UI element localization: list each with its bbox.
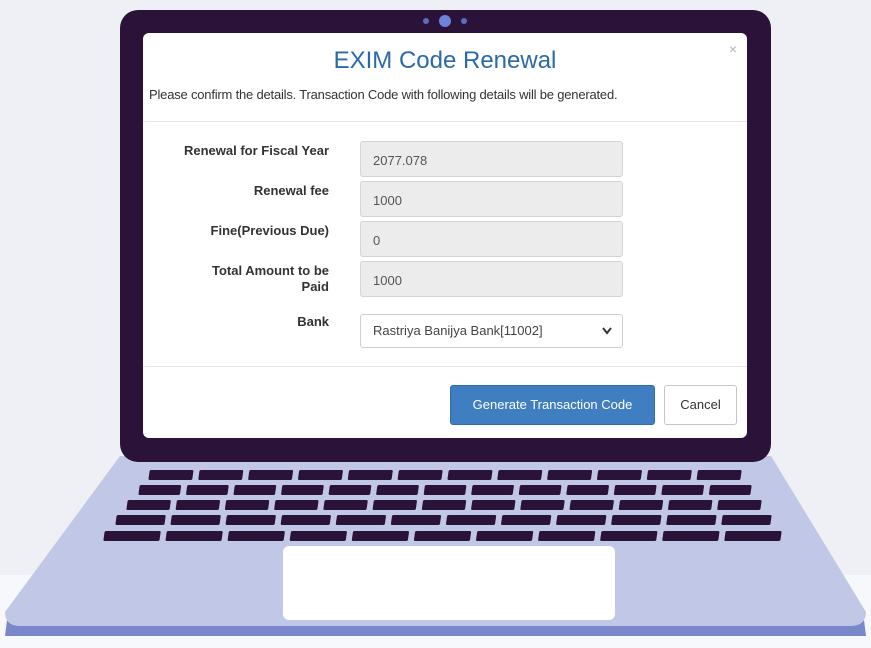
keyboard-key: [298, 470, 343, 480]
keyboard-key: [372, 500, 417, 510]
keyboard-key: [397, 470, 443, 480]
cancel-button[interactable]: Cancel: [664, 385, 737, 425]
total-label-line1: Total Amount to be: [212, 263, 329, 278]
keyboard-key: [618, 500, 664, 510]
keyboard-key: [662, 531, 720, 541]
keyboard-key: [547, 470, 593, 480]
keyboard-key: [274, 500, 319, 510]
keyboard-key: [103, 531, 161, 541]
keyboard-key: [138, 485, 182, 495]
fiscal-year-label: Renewal for Fiscal Year: [184, 143, 329, 158]
keyboard-key: [538, 531, 596, 541]
modal-subtitle: Please confirm the details. Transaction …: [149, 87, 618, 102]
keyboard-key: [446, 515, 497, 525]
total-field[interactable]: [360, 261, 623, 297]
keyboard-key: [323, 500, 368, 510]
keyboard-key: [717, 500, 762, 510]
keyboard-key: [233, 485, 277, 495]
keyboard-key: [165, 531, 223, 541]
camera-indicator-left: [423, 18, 429, 24]
renewal-fee-field[interactable]: [360, 181, 623, 217]
keyboard-key: [566, 485, 609, 495]
keyboard-key: [280, 515, 331, 525]
modal-title: EXIM Code Renewal: [333, 47, 557, 74]
header-divider: [143, 121, 747, 122]
footer-divider: [143, 366, 747, 367]
keyboard-key: [476, 531, 534, 541]
keyboard-key: [335, 515, 386, 525]
fiscal-year-field[interactable]: [360, 141, 623, 177]
keyboard-key: [696, 470, 742, 480]
keyboard-key: [170, 515, 221, 525]
keyboard-key: [497, 470, 543, 480]
generate-transaction-code-button[interactable]: Generate Transaction Code: [450, 385, 655, 425]
keyboard-key: [721, 515, 772, 525]
keyboard-key: [175, 500, 220, 510]
keyboard-key: [186, 485, 229, 495]
keyboard-key: [708, 485, 752, 495]
keyboard-key: [597, 470, 642, 480]
renewal-fee-label: Renewal fee: [253, 183, 329, 198]
keyboard-key: [224, 500, 270, 510]
fine-field[interactable]: [360, 221, 623, 257]
keyboard-key: [248, 470, 294, 480]
bank-label: Bank: [297, 314, 329, 329]
bank-select[interactable]: Rastriya Banijya Bank[11002]: [360, 314, 623, 348]
keyboard-key: [447, 470, 493, 480]
keyboard-key: [126, 500, 171, 510]
keyboard-key: [668, 500, 713, 510]
keyboard-key: [227, 531, 285, 541]
total-label: Total Amount to be Paid: [143, 263, 329, 295]
keyboard-key: [666, 515, 717, 525]
keyboard-key: [556, 515, 607, 525]
keyboard-key: [611, 515, 662, 525]
keyboard-key: [471, 500, 516, 510]
keyboard-key: [289, 531, 347, 541]
keyboard-key: [518, 485, 562, 495]
keyboard-key: [421, 500, 467, 510]
keyboard-key: [661, 485, 705, 495]
keyboard-key: [390, 515, 442, 525]
keyboard-key: [148, 470, 194, 480]
keyboard-key: [347, 470, 393, 480]
keyboard-key: [423, 485, 467, 495]
keyboard-key: [281, 485, 324, 495]
fine-label: Fine(Previous Due): [210, 223, 329, 238]
keyboard-key: [613, 485, 657, 495]
keyboard-key: [600, 531, 658, 541]
keyboard-key: [328, 485, 372, 495]
keyboard-key: [724, 531, 782, 541]
modal-dialog: × EXIM Code Renewal Please confirm the d…: [143, 33, 747, 438]
keyboard-key: [351, 531, 409, 541]
camera-indicator-right: [461, 18, 467, 24]
keyboard-key: [520, 500, 565, 510]
chevron-down-icon: [602, 315, 612, 360]
keyboard-key: [569, 500, 614, 510]
keyboard-key: [646, 470, 692, 480]
keyboard-key: [376, 485, 419, 495]
camera-icon: [439, 15, 451, 27]
keyboard-key: [471, 485, 514, 495]
keyboard-key: [501, 515, 552, 525]
keyboard-key: [413, 531, 472, 541]
keyboard-key: [115, 515, 166, 525]
keyboard-key: [225, 515, 276, 525]
trackpad: [283, 546, 615, 620]
total-label-line2: Paid: [301, 279, 329, 294]
bank-select-value: Rastriya Banijya Bank[11002]: [373, 323, 543, 338]
keyboard-key: [198, 470, 244, 480]
